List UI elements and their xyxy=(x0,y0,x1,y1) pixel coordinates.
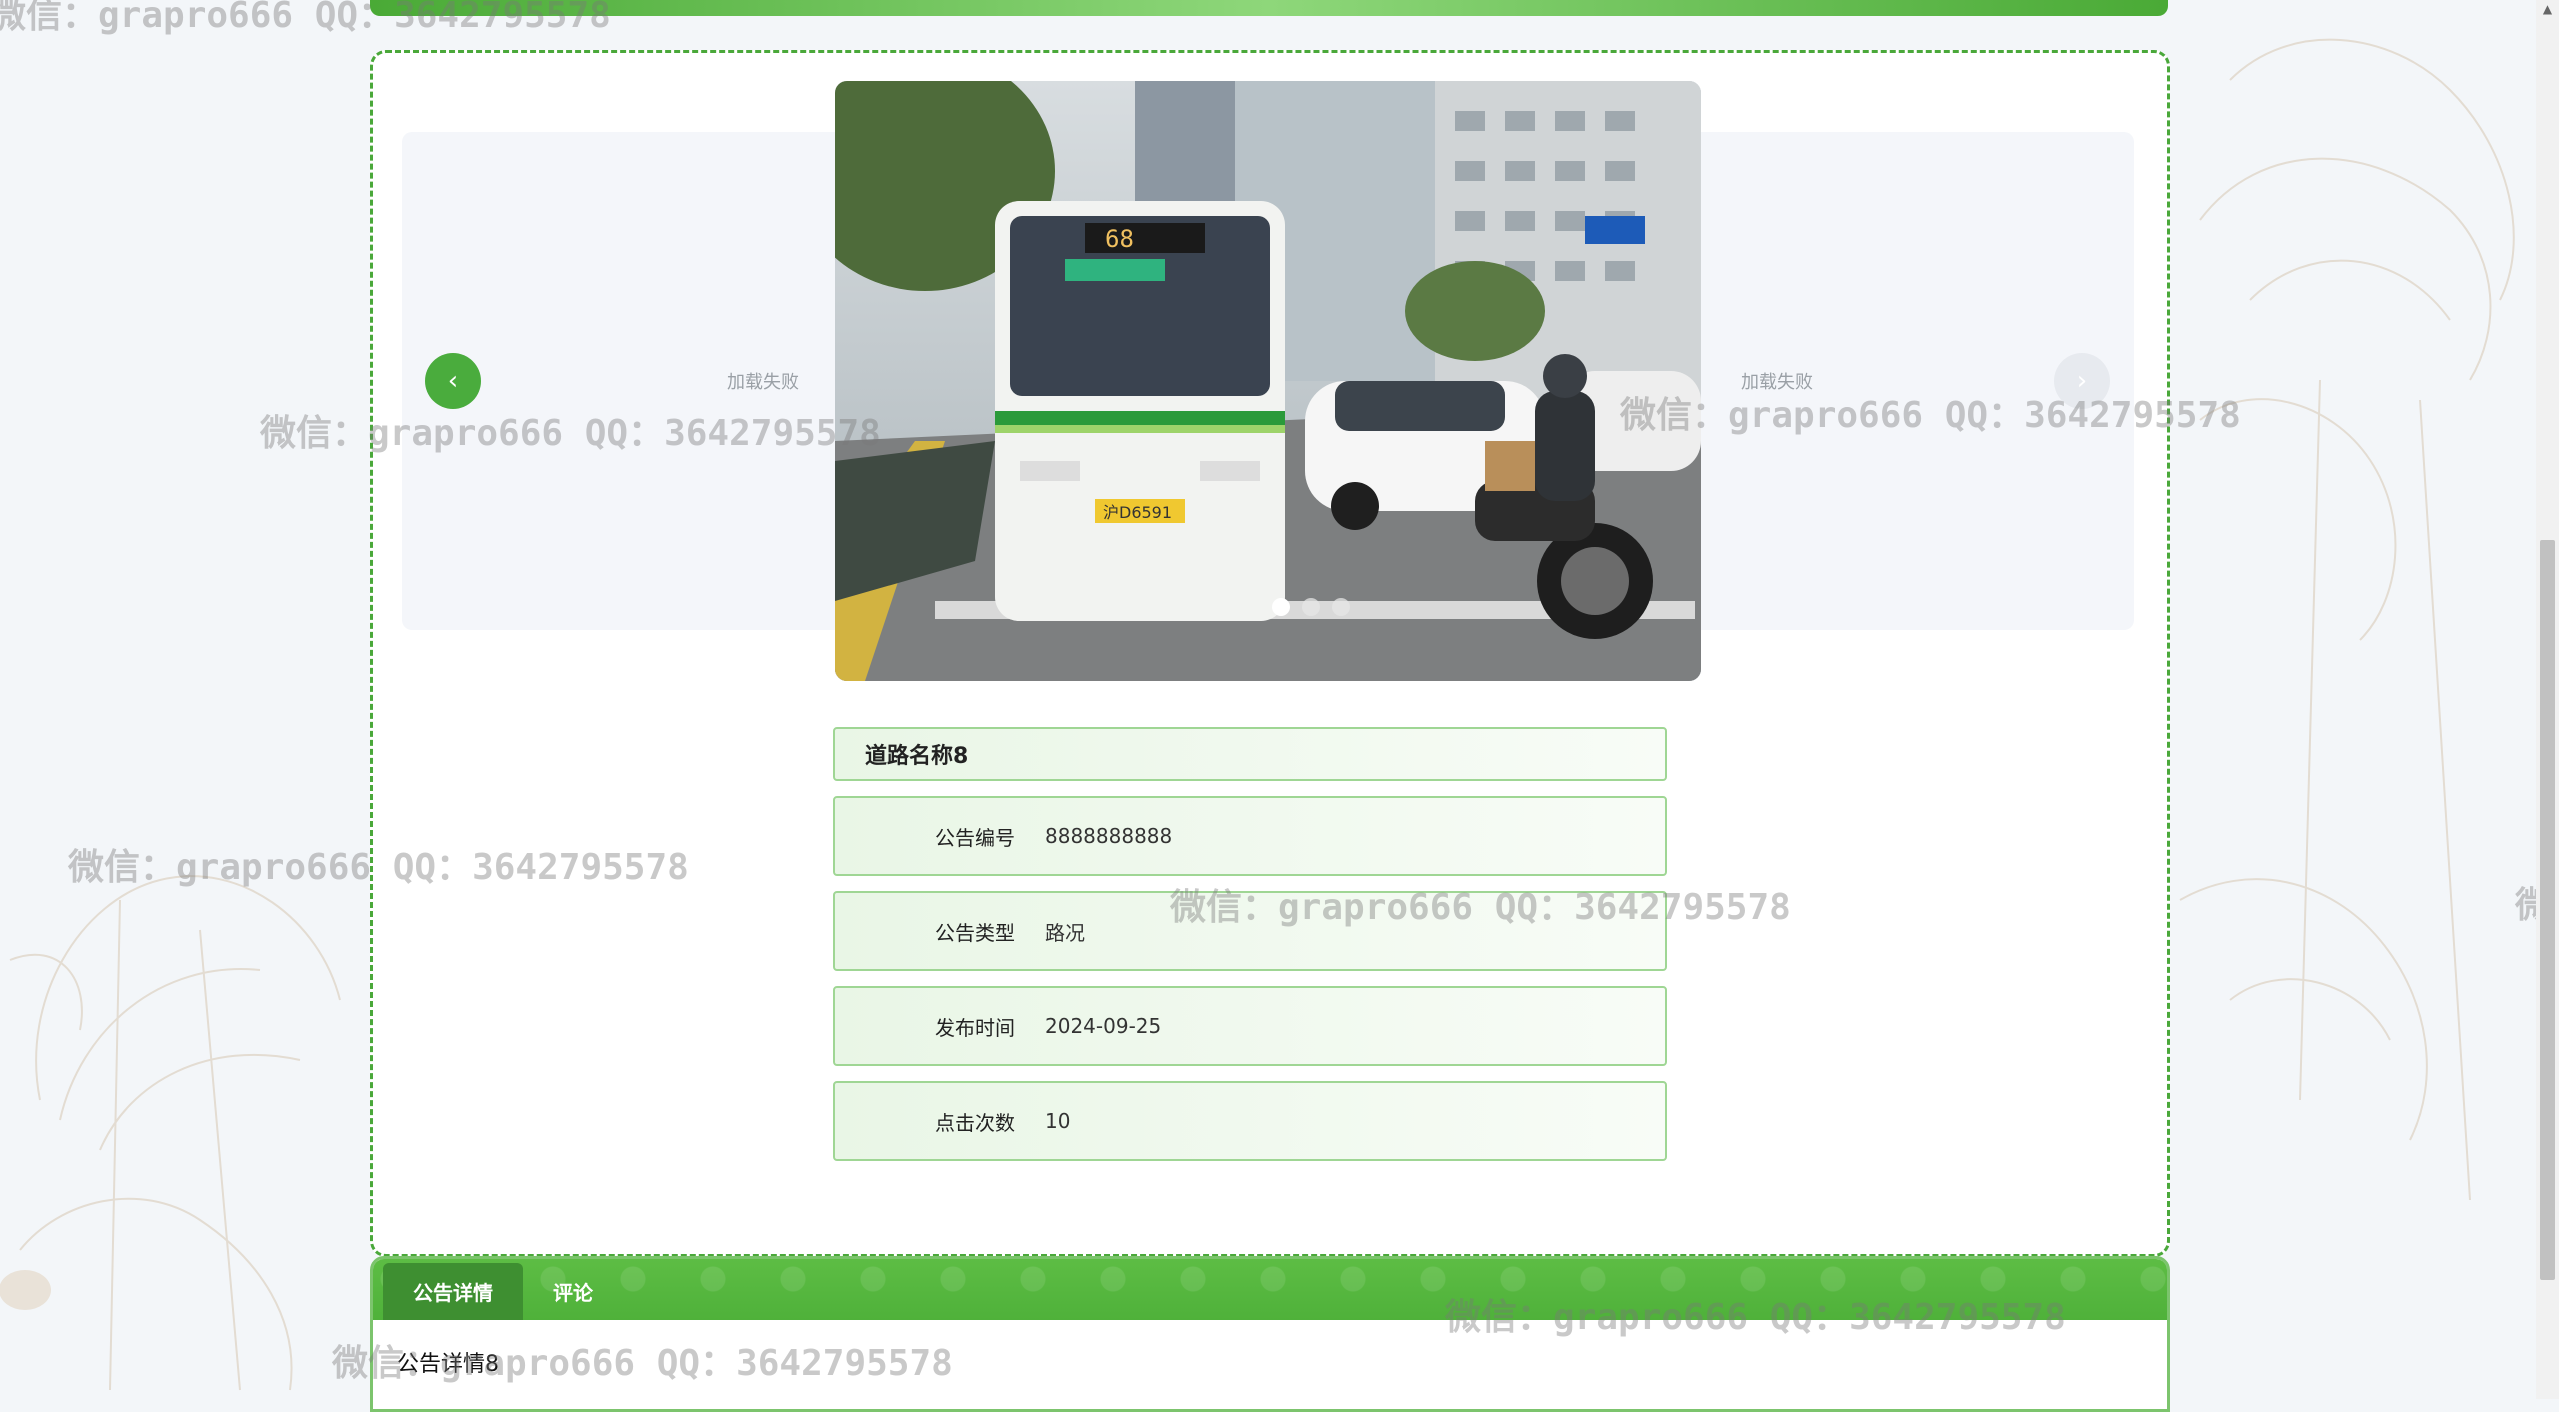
carousel-dot-2[interactable] xyxy=(1302,598,1320,616)
chevron-left-icon: ‹ xyxy=(447,366,459,396)
carousel-image-bus: 68 沪D6591 xyxy=(835,81,1701,681)
notice-number-value: 8888888888 xyxy=(1045,824,1173,848)
info-row-publish-time: 发布时间 2024-09-25 xyxy=(833,986,1667,1066)
carousel-indicators xyxy=(1272,598,1350,616)
road-name-title: 道路名称8 xyxy=(833,727,1667,781)
carousel-dot-1[interactable] xyxy=(1272,598,1290,616)
publish-time-value: 2024-09-25 xyxy=(1045,1014,1162,1038)
info-row-click-count: 点击次数 10 xyxy=(833,1081,1667,1161)
chevron-right-icon: › xyxy=(2076,366,2088,396)
top-green-bar xyxy=(370,0,2168,16)
bus-plate: 沪D6591 xyxy=(1103,503,1172,522)
notice-type-label: 公告类型 xyxy=(935,920,1015,945)
notice-detail-content: 公告详情8 xyxy=(397,1352,499,1377)
carousel-prev-button[interactable]: ‹ xyxy=(425,353,481,409)
carousel-dot-3[interactable] xyxy=(1332,598,1350,616)
page-scrollbar[interactable]: ▲ xyxy=(2536,0,2559,1399)
image-load-failed-left: 加载失败 xyxy=(727,372,799,393)
tab-bar: 公告详情 评论 xyxy=(373,1259,2167,1320)
scrollbar-thumb[interactable] xyxy=(2540,540,2555,1280)
svg-text:68: 68 xyxy=(1105,225,1134,253)
carousel-next-button[interactable]: › xyxy=(2054,353,2110,409)
notice-number-label: 公告编号 xyxy=(935,825,1015,850)
click-count-value: 10 xyxy=(1045,1109,1071,1133)
lotus-background-right xyxy=(2179,38,2515,1201)
publish-time-label: 发布时间 xyxy=(935,1015,1015,1040)
detail-tabs-card: 公告详情 评论 公告详情8 xyxy=(370,1256,2170,1412)
image-load-failed-right: 加载失败 xyxy=(1741,372,1813,393)
info-row-notice-number: 公告编号 8888888888 xyxy=(833,796,1667,876)
info-row-notice-type: 公告类型 路况 xyxy=(833,891,1667,971)
tab-notice-detail[interactable]: 公告详情 xyxy=(383,1263,523,1320)
click-count-label: 点击次数 xyxy=(935,1110,1015,1135)
scroll-up-arrow-icon[interactable]: ▲ xyxy=(2540,2,2555,16)
tab-comments[interactable]: 评论 xyxy=(523,1263,623,1320)
lotus-background-left xyxy=(0,875,341,1391)
notice-type-value: 路况 xyxy=(1045,920,1085,945)
